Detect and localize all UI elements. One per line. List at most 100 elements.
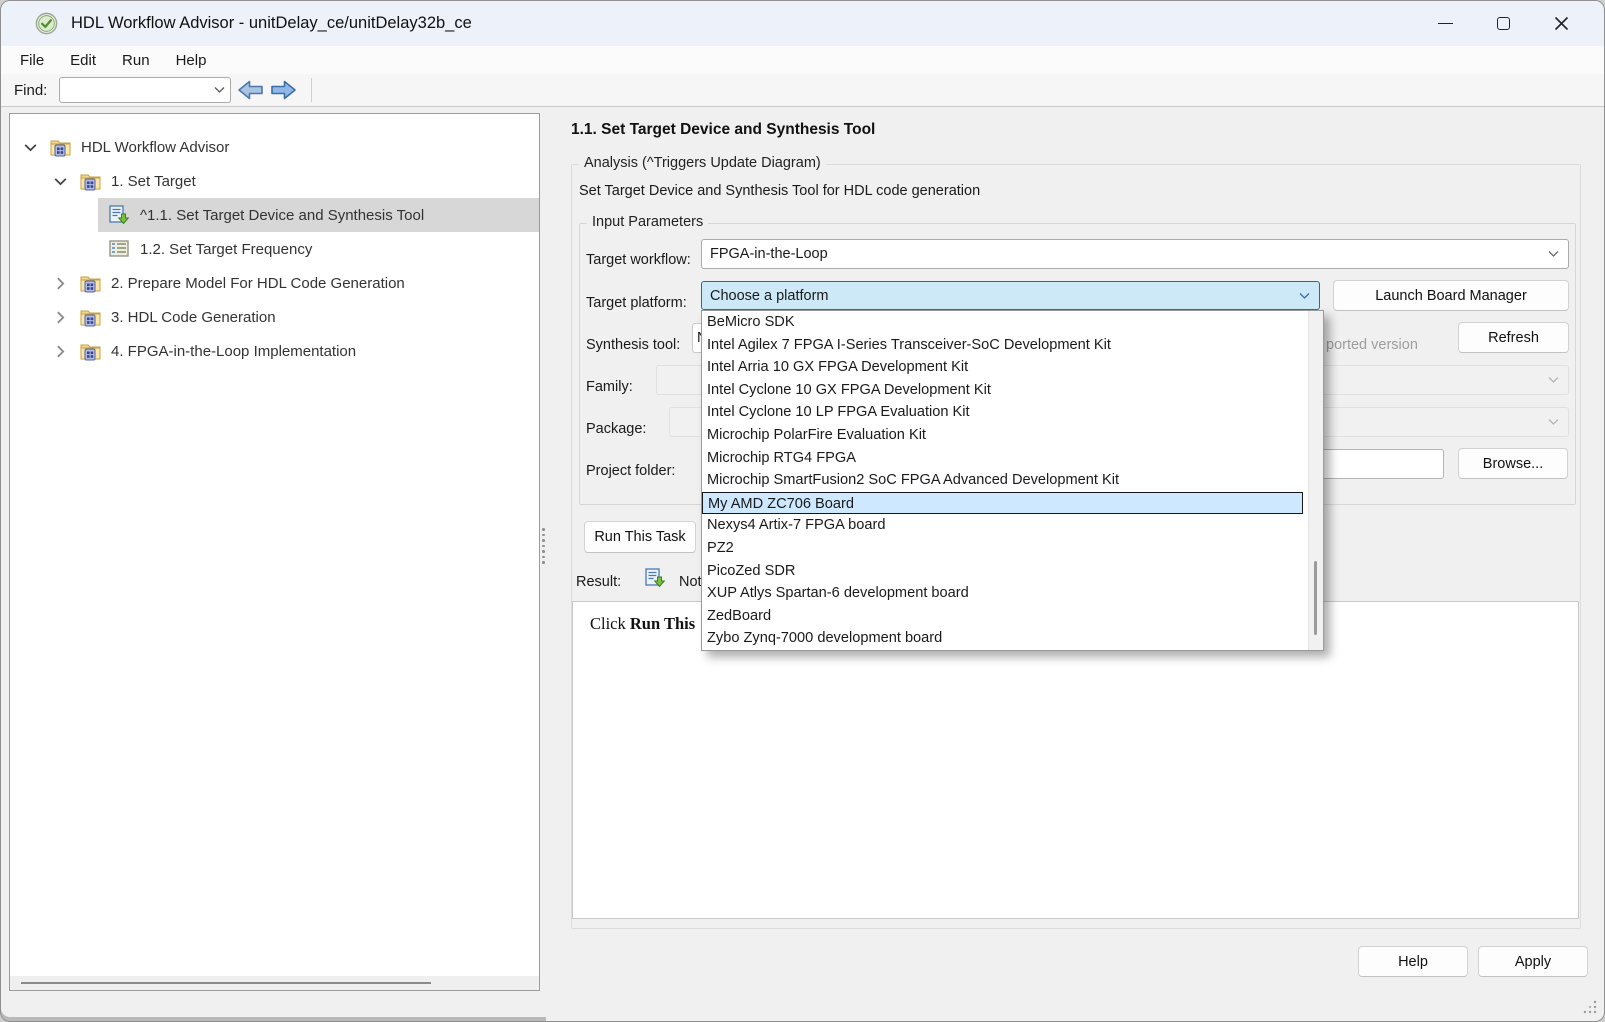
message-prefix: Click xyxy=(590,614,630,633)
close-icon xyxy=(1554,16,1569,31)
tree-item-set-target-device[interactable]: ^1.1. Set Target Device and Synthesis To… xyxy=(10,198,539,232)
family-label: Family: xyxy=(586,379,633,395)
message-bold: Run This xyxy=(630,614,695,633)
dropdown-option[interactable]: Zybo Zynq-7000 development board xyxy=(702,627,1306,650)
chevron-down-icon[interactable] xyxy=(22,139,39,156)
chevron-down-icon xyxy=(214,87,225,94)
package-label: Package: xyxy=(586,421,646,437)
panel-splitter[interactable] xyxy=(542,528,545,564)
menu-file[interactable]: File xyxy=(7,49,57,72)
dropdown-option[interactable]: Intel Cyclone 10 GX FPGA Development Kit xyxy=(702,379,1306,402)
tree-item-label: ^1.1. Set Target Device and Synthesis To… xyxy=(140,207,424,224)
run-this-task-button[interactable]: Run This Task xyxy=(584,521,696,553)
dropdown-option[interactable]: Intel Agilex 7 FPGA I-Series Transceiver… xyxy=(702,334,1306,357)
dropdown-option[interactable]: XUP Atlys Spartan-6 development board xyxy=(702,582,1306,605)
dropdown-option[interactable]: Intel Cyclone 10 LP FPGA Evaluation Kit xyxy=(702,401,1306,424)
task-heading: 1.1. Set Target Device and Synthesis Too… xyxy=(571,121,875,139)
result-label: Result: xyxy=(576,574,621,590)
project-folder-label: Project folder: xyxy=(586,463,675,479)
find-combobox[interactable] xyxy=(59,77,231,103)
tree-item-label: 3. HDL Code Generation xyxy=(111,309,276,326)
task-list-icon xyxy=(108,239,131,259)
result-value-fragment: Not xyxy=(679,574,702,590)
workflow-folder-icon xyxy=(49,137,72,157)
tree-item-set-target[interactable]: 1. Set Target xyxy=(10,164,539,198)
target-platform-value: Choose a platform xyxy=(710,288,828,304)
workflow-tree-panel: HDL Workflow Advisor 1. Set Target xyxy=(9,113,540,991)
browse-button[interactable]: Browse... xyxy=(1458,448,1568,479)
analysis-group-label: Analysis (^Triggers Update Diagram) xyxy=(579,155,826,171)
dropdown-option[interactable]: BeMicro SDK xyxy=(702,311,1306,334)
dropdown-scrollbar[interactable] xyxy=(1308,311,1323,650)
chevron-right-icon[interactable] xyxy=(52,275,69,292)
tree-item-hdl-workflow-advisor[interactable]: HDL Workflow Advisor xyxy=(10,130,539,164)
chevron-down-icon xyxy=(1548,251,1559,258)
menu-help[interactable]: Help xyxy=(163,49,220,72)
chevron-down-icon xyxy=(1299,292,1310,299)
dropdown-option[interactable]: PZ2 xyxy=(702,537,1306,560)
dropdown-option[interactable]: Microchip RTG4 FPGA xyxy=(702,447,1306,470)
title-bar: HDL Workflow Advisor - unitDelay_ce/unit… xyxy=(1,1,1604,46)
find-input[interactable] xyxy=(64,79,208,101)
launch-board-manager-button[interactable]: Launch Board Manager xyxy=(1333,280,1569,311)
workflow-folder-icon xyxy=(79,171,102,191)
tree-item-label: 1. Set Target xyxy=(111,173,196,190)
dropdown-option[interactable]: Intel Arria 10 GX FPGA Development Kit xyxy=(702,356,1306,379)
dropdown-option-highlighted[interactable]: My AMD ZC706 Board xyxy=(702,492,1303,515)
chevron-down-icon[interactable] xyxy=(52,173,69,190)
synthesis-tool-note-fragment: ported version xyxy=(1326,337,1418,353)
dropdown-option[interactable]: Nexys4 Artix-7 FPGA board xyxy=(702,514,1306,537)
tree-item-label: 2. Prepare Model For HDL Code Generation xyxy=(111,275,405,292)
find-next-button[interactable] xyxy=(270,79,297,101)
refresh-button[interactable]: Refresh xyxy=(1458,322,1569,353)
tree-item-label: 1.2. Set Target Frequency xyxy=(140,241,312,258)
result-not-run-icon xyxy=(644,567,667,589)
task-run-icon xyxy=(108,205,131,225)
dropdown-scrollbar-thumb[interactable] xyxy=(1314,561,1317,635)
resize-grip[interactable] xyxy=(1583,1000,1597,1014)
target-platform-combobox[interactable]: Choose a platform xyxy=(701,281,1320,310)
target-workflow-value: FPGA-in-the-Loop xyxy=(710,246,828,262)
task-description: Set Target Device and Synthesis Tool for… xyxy=(579,183,980,199)
find-label: Find: xyxy=(14,82,47,99)
chevron-down-icon xyxy=(1548,419,1559,426)
target-platform-label: Target platform: xyxy=(586,295,687,311)
tree-item-label: HDL Workflow Advisor xyxy=(81,139,229,156)
menu-edit[interactable]: Edit xyxy=(57,49,109,72)
tree-item-label: 4. FPGA-in-the-Loop Implementation xyxy=(111,343,356,360)
workflow-folder-icon xyxy=(79,273,102,293)
tree-scrollbar-thumb[interactable] xyxy=(21,982,431,984)
chevron-right-icon[interactable] xyxy=(52,309,69,326)
tree-horizontal-scrollbar[interactable] xyxy=(10,976,539,990)
target-workflow-label: Target workflow: xyxy=(586,252,691,268)
close-button[interactable] xyxy=(1532,1,1590,46)
tree-item-set-target-frequency[interactable]: 1.2. Set Target Frequency xyxy=(10,232,539,266)
maximize-button[interactable] xyxy=(1474,1,1532,46)
minimize-icon xyxy=(1438,23,1453,24)
workflow-folder-icon xyxy=(79,341,102,361)
tree-item-hdl-code-generation[interactable]: 3. HDL Code Generation xyxy=(10,300,539,334)
tree-item-prepare-model[interactable]: 2. Prepare Model For HDL Code Generation xyxy=(10,266,539,300)
apply-button[interactable]: Apply xyxy=(1478,946,1588,977)
advisor-check-icon xyxy=(35,12,58,35)
help-button[interactable]: Help xyxy=(1358,946,1468,977)
tree-item-fil-implementation[interactable]: 4. FPGA-in-the-Loop Implementation xyxy=(10,334,539,368)
find-toolbar: Find: xyxy=(1,74,1604,107)
workflow-folder-icon xyxy=(79,307,102,327)
menu-bar: File Edit Run Help xyxy=(1,46,1604,74)
minimize-button[interactable] xyxy=(1416,1,1474,46)
hdl-workflow-advisor-window: HDL Workflow Advisor - unitDelay_ce/unit… xyxy=(0,0,1605,1022)
find-previous-button[interactable] xyxy=(237,79,264,101)
chevron-down-icon xyxy=(1548,377,1559,384)
chevron-right-icon[interactable] xyxy=(52,343,69,360)
dropdown-option[interactable]: Microchip PolarFire Evaluation Kit xyxy=(702,424,1306,447)
target-platform-dropdown-list: BeMicro SDK Intel Agilex 7 FPGA I-Series… xyxy=(701,310,1324,651)
dropdown-option[interactable]: Microchip SmartFusion2 SoC FPGA Advanced… xyxy=(702,469,1306,492)
target-workflow-combobox[interactable]: FPGA-in-the-Loop xyxy=(701,239,1569,269)
window-title: HDL Workflow Advisor - unitDelay_ce/unit… xyxy=(71,14,472,33)
maximize-icon xyxy=(1497,17,1510,30)
dropdown-option[interactable]: ZedBoard xyxy=(702,605,1306,628)
toolbar-separator xyxy=(311,78,312,102)
menu-run[interactable]: Run xyxy=(109,49,163,72)
dropdown-option[interactable]: PicoZed SDR xyxy=(702,560,1306,583)
